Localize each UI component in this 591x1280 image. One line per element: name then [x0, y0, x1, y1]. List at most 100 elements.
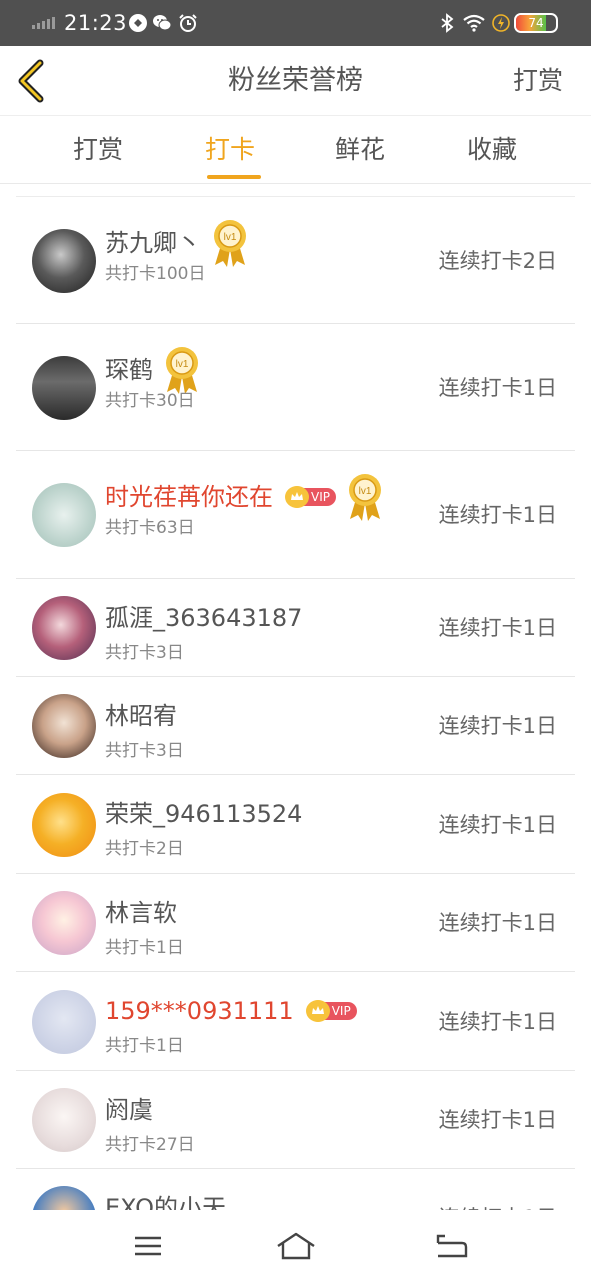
- medal-wrapper: lv1: [336, 473, 384, 521]
- total-checkins: 共打卡1日: [105, 938, 184, 958]
- fan-name[interactable]: 琛鹤: [105, 354, 153, 386]
- fan-list[interactable]: 苏九卿丶 lv1 共打卡100日 连续打卡2日 琛鹤 lv1 共打卡30日 连续打卡1日 时光荏…: [16, 197, 575, 1210]
- page-title: 粉丝荣誉榜: [228, 65, 363, 96]
- wechat-icon: [153, 15, 172, 31]
- streak-days: 连续打卡1日: [438, 813, 557, 837]
- total-checkins: 共打卡100日: [105, 264, 206, 284]
- name-line: 苏九卿丶 lv1: [105, 220, 425, 267]
- avatar[interactable]: [32, 1186, 96, 1210]
- system-nav-bar: [0, 1210, 591, 1280]
- nav-bar: 粉丝荣誉榜 打赏: [0, 46, 591, 116]
- fan-row[interactable]: 琛鹤 lv1 共打卡30日 连续打卡1日: [16, 324, 575, 451]
- streak-days: 连续打卡2日: [438, 249, 557, 273]
- avatar[interactable]: [32, 990, 96, 1054]
- streak-days: 连续打卡1日: [438, 714, 557, 738]
- fan-row[interactable]: 林言软 共打卡1日 连续打卡1日: [16, 874, 575, 972]
- streak-days: 连续打卡1日: [438, 1108, 557, 1132]
- app-notification-icon: [129, 14, 147, 32]
- fan-name[interactable]: 孤涯_363643187: [105, 602, 302, 634]
- crown-icon: [285, 486, 309, 508]
- fan-info: 时光荏苒你还在 VIP lv1 共打卡63日: [105, 474, 425, 539]
- total-checkins: 共打卡30日: [105, 391, 195, 411]
- name-line: 林昭宥: [105, 698, 425, 734]
- name-line: 时光荏苒你还在 VIP lv1: [105, 474, 425, 521]
- fan-name[interactable]: 荣荣_946113524: [105, 798, 302, 830]
- fan-row[interactable]: 孤涯_363643187 共打卡3日 连续打卡1日: [16, 579, 575, 677]
- name-line: 159***0931111 VIP: [105, 993, 425, 1029]
- avatar[interactable]: [32, 483, 96, 547]
- total-checkins: 共打卡1日: [105, 1036, 184, 1056]
- fan-row[interactable]: EXO的小天连续打卡1日: [16, 1169, 575, 1210]
- fan-row[interactable]: 159***0931111 VIP 共打卡1日 连续打卡1日: [16, 972, 575, 1071]
- fan-info: 孤涯_363643187 共打卡3日: [105, 600, 425, 664]
- fan-name[interactable]: 阏虞: [105, 1094, 153, 1126]
- reward-button[interactable]: 打赏: [513, 46, 563, 116]
- avatar[interactable]: [32, 229, 96, 293]
- streak-days: 连续打卡1日: [438, 616, 557, 640]
- fan-name[interactable]: EXO的小天: [105, 1192, 226, 1210]
- alarm-icon: [179, 14, 197, 32]
- fan-row[interactable]: 荣荣_946113524 共打卡2日 连续打卡1日: [16, 775, 575, 874]
- total-checkins: 共打卡27日: [105, 1135, 195, 1155]
- medal-level-text: lv1: [359, 486, 372, 497]
- name-line: EXO的小天: [105, 1190, 425, 1210]
- fan-info: 林昭宥 共打卡3日: [105, 698, 425, 762]
- fan-row[interactable]: 时光荏苒你还在 VIP lv1 共打卡63日 连续打卡1日: [16, 451, 575, 579]
- status-time: 21:23: [64, 11, 128, 35]
- fan-row[interactable]: 林昭宥 共打卡3日 连续打卡1日: [16, 677, 575, 775]
- fan-info: 苏九卿丶 lv1 共打卡100日: [105, 220, 425, 285]
- fan-name[interactable]: 苏九卿丶: [105, 227, 201, 259]
- level-medal-icon: lv1: [166, 347, 198, 394]
- tab-bar: 打赏 打卡 鲜花 收藏: [0, 116, 591, 184]
- fan-info: 林言软共打卡1日: [105, 895, 425, 959]
- fan-name[interactable]: 159***0931111: [105, 995, 294, 1027]
- tab-label: 打赏: [72, 135, 123, 164]
- avatar[interactable]: [32, 1088, 96, 1152]
- fan-name[interactable]: 林昭宥: [105, 700, 177, 732]
- name-line: 琛鹤 lv1: [105, 347, 425, 394]
- tab-label: 收藏: [466, 135, 517, 164]
- tab-flowers[interactable]: 鲜花: [315, 116, 405, 184]
- streak-days: 连续打卡1日: [438, 376, 557, 400]
- streak-days: 连续打卡1日: [438, 911, 557, 935]
- battery-level: 74: [528, 16, 544, 30]
- total-checkins: 共打卡2日: [105, 839, 184, 859]
- tab-indicator: [207, 175, 261, 179]
- charging-icon: [492, 14, 510, 32]
- vip-badge: VIP: [285, 486, 336, 508]
- avatar[interactable]: [32, 793, 96, 857]
- streak-days: 连续打卡1日: [438, 503, 557, 527]
- avatar[interactable]: [32, 596, 96, 660]
- tab-label: 打卡: [204, 135, 255, 164]
- tab-checkin[interactable]: 打卡: [185, 116, 275, 184]
- home-icon[interactable]: [276, 1230, 316, 1262]
- fan-row[interactable]: 苏九卿丶 lv1 共打卡100日 连续打卡2日: [16, 197, 575, 324]
- status-bar: 21:23 74: [0, 0, 591, 46]
- fan-name[interactable]: 时光荏苒你还在: [105, 481, 273, 513]
- avatar[interactable]: [32, 694, 96, 758]
- total-checkins: 共打卡3日: [105, 643, 184, 663]
- wifi-icon: [463, 14, 485, 32]
- fan-name[interactable]: 林言软: [105, 897, 177, 929]
- name-line: 阏虞: [105, 1092, 425, 1128]
- tab-reward[interactable]: 打赏: [53, 116, 143, 184]
- level-medal-icon: lv1: [214, 220, 246, 267]
- streak-days: 连续打卡1日: [438, 1010, 557, 1034]
- fan-info: 159***0931111 VIP 共打卡1日: [105, 993, 425, 1057]
- name-line: 荣荣_946113524: [105, 796, 425, 832]
- name-line: 林言软: [105, 895, 425, 931]
- menu-icon[interactable]: [128, 1230, 168, 1262]
- level-medal-icon: lv1: [348, 474, 381, 521]
- fan-row[interactable]: 阏虞共打卡27日 连续打卡1日: [16, 1071, 575, 1169]
- bluetooth-icon: [441, 13, 454, 33]
- fan-info: EXO的小天: [105, 1190, 425, 1210]
- fan-info: 荣荣_946113524 共打卡2日: [105, 796, 425, 860]
- avatar[interactable]: [32, 891, 96, 955]
- back-icon[interactable]: [432, 1230, 472, 1262]
- tab-favorites[interactable]: 收藏: [447, 116, 537, 184]
- avatar[interactable]: [32, 356, 96, 420]
- medal-level-text: lv1: [176, 359, 189, 370]
- crown-icon: [305, 1000, 330, 1022]
- medal-wrapper: lv1: [201, 219, 249, 267]
- battery-icon: 74: [514, 13, 558, 33]
